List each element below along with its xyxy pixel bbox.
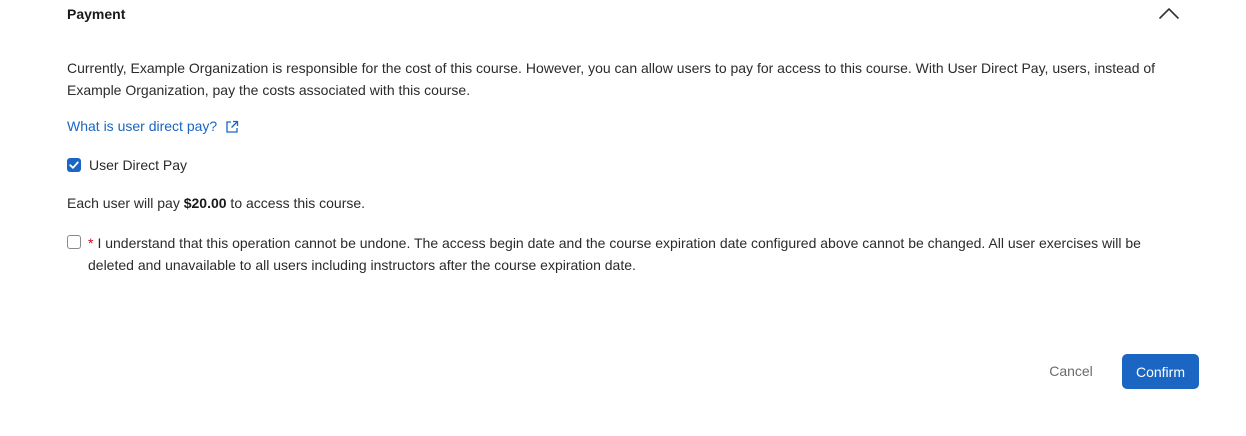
price-statement: Each user will pay $20.00 to access this… <box>67 193 365 213</box>
user-direct-pay-option[interactable]: User Direct Pay <box>67 155 187 175</box>
help-link-label: What is user direct pay? <box>67 118 218 134</box>
user-direct-pay-help-link[interactable]: What is user direct pay? <box>67 116 239 136</box>
section-title: Payment <box>67 6 126 22</box>
user-direct-pay-checkbox[interactable] <box>67 158 81 172</box>
acknowledgement-text: * I understand that this operation cannot… <box>88 232 1182 276</box>
chevron-up-icon[interactable] <box>1157 3 1181 23</box>
external-link-icon <box>225 119 239 133</box>
payment-section-header[interactable]: Payment <box>67 0 1187 30</box>
price-amount: $20.00 <box>183 195 227 211</box>
cancel-button[interactable]: Cancel <box>1036 355 1106 387</box>
acknowledgement-checkbox[interactable] <box>67 235 81 249</box>
user-direct-pay-label: User Direct Pay <box>89 157 188 173</box>
confirm-button[interactable]: Confirm <box>1122 354 1199 389</box>
payment-panel: Payment Currently, Example Organization … <box>0 0 1246 436</box>
required-marker: * <box>88 235 94 251</box>
acknowledgement-label: I understand that this operation cannot … <box>88 235 1141 273</box>
price-prefix: Each user will pay <box>67 195 184 211</box>
price-suffix: to access this course. <box>226 195 366 211</box>
payment-description: Currently, Example Organization is respo… <box>67 60 1156 98</box>
